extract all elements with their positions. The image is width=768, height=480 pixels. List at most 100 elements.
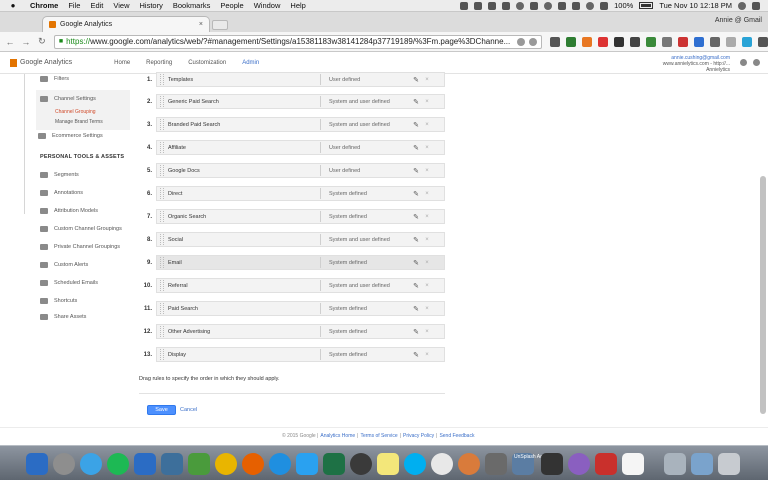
nav-reporting[interactable]: Reporting: [138, 52, 180, 74]
rule-row[interactable]: 6. Direct System defined ✎ ×: [140, 186, 450, 201]
rule-row[interactable]: 7. Organic Search System defined ✎ ×: [140, 209, 450, 224]
menu-people[interactable]: People: [220, 1, 243, 10]
notes-icon[interactable]: [622, 453, 644, 475]
rule-row[interactable]: 1. Templates User defined ✎ ×: [140, 72, 450, 87]
evernote-extension-icon[interactable]: [566, 36, 576, 47]
documents-folder-icon[interactable]: [664, 453, 686, 475]
cloud-extension-icon[interactable]: [742, 36, 752, 47]
tab-google-analytics[interactable]: Google Analytics ×: [42, 16, 210, 32]
messages-icon[interactable]: [80, 453, 102, 475]
rule-box[interactable]: Google Docs User defined ✎ ×: [156, 163, 445, 178]
rule-row[interactable]: 12. Other Advertising System defined ✎ ×: [140, 324, 450, 339]
rule-box[interactable]: Email System defined ✎ ×: [156, 255, 445, 270]
bluetooth-icon[interactable]: [572, 1, 581, 10]
moz-extension-icon[interactable]: [582, 36, 592, 47]
skype-icon[interactable]: [404, 453, 426, 475]
notification-icon[interactable]: [530, 1, 539, 10]
rule-box[interactable]: Referral System and user defined ✎ ×: [156, 278, 445, 293]
sidebar-item-custom-channel-groupings[interactable]: Custom Channel Groupings: [40, 226, 122, 232]
calculator-icon[interactable]: [541, 453, 563, 475]
rule-row[interactable]: 11. Paid Search System defined ✎ ×: [140, 301, 450, 316]
edit-pencil-icon[interactable]: ✎: [411, 190, 421, 198]
rule-box[interactable]: Other Advertising System defined ✎ ×: [156, 324, 445, 339]
apple-menu-icon[interactable]: ●: [8, 1, 18, 10]
delete-icon[interactable]: ×: [421, 145, 433, 151]
edit-pencil-icon[interactable]: ✎: [411, 305, 421, 313]
ext-light-icon[interactable]: [726, 36, 736, 47]
account-selector[interactable]: annie.cushing@gmail.com www.annielytics.…: [663, 55, 730, 73]
rule-row[interactable]: 2. Generic Paid Search System and user d…: [140, 94, 450, 109]
delete-icon[interactable]: ×: [421, 329, 433, 335]
sidebar-item-ecommerce-settings[interactable]: Ecommerce Settings: [38, 133, 103, 139]
camera-icon[interactable]: [488, 1, 497, 10]
rule-row[interactable]: 4. Affiliate User defined ✎ ×: [140, 140, 450, 155]
menu-window[interactable]: Window: [254, 1, 281, 10]
rule-row[interactable]: 3. Branded Paid Search System and user d…: [140, 117, 450, 132]
clock-icon[interactable]: [516, 1, 525, 10]
rule-row[interactable]: 5. Google Docs User defined ✎ ×: [140, 163, 450, 178]
safari-icon[interactable]: [269, 453, 291, 475]
more-icon[interactable]: [753, 59, 760, 66]
edit-pencil-icon[interactable]: ✎: [411, 259, 421, 267]
menu-clock[interactable]: Tue Nov 10 12:18 PM: [659, 1, 732, 10]
zoom-icon[interactable]: [517, 37, 525, 46]
chrome-menu-icon[interactable]: [758, 36, 768, 47]
verizon-icon[interactable]: [595, 453, 617, 475]
footer-privacy[interactable]: Privacy Policy: [403, 433, 434, 439]
delete-icon[interactable]: ×: [421, 77, 433, 83]
delete-icon[interactable]: ×: [421, 99, 433, 105]
rule-box[interactable]: Branded Paid Search System and user defi…: [156, 117, 445, 132]
rule-box[interactable]: Generic Paid Search System and user defi…: [156, 94, 445, 109]
trash-icon[interactable]: [718, 453, 740, 475]
nav-home[interactable]: Home: [106, 52, 138, 74]
puzzle-extension-icon[interactable]: [630, 36, 640, 47]
rule-box[interactable]: Affiliate User defined ✎ ×: [156, 140, 445, 155]
headphones-icon[interactable]: [568, 453, 590, 475]
sidebar-item-private-channel-groupings[interactable]: Private Channel Groupings: [40, 244, 120, 250]
edit-pencil-icon[interactable]: ✎: [411, 213, 421, 221]
buffer-extension-icon[interactable]: [550, 36, 560, 47]
ext-icon[interactable]: [662, 36, 672, 47]
excel-icon[interactable]: [323, 453, 345, 475]
bookmark-star-icon[interactable]: [529, 37, 537, 46]
sidebar-item-custom-alerts[interactable]: Custom Alerts: [40, 262, 88, 268]
nav-admin[interactable]: Admin: [234, 52, 267, 74]
sidebar-item-attribution-models[interactable]: Attribution Models: [40, 208, 98, 214]
finder-icon[interactable]: [26, 453, 48, 475]
delete-icon[interactable]: ×: [421, 306, 433, 312]
new-tab-button[interactable]: [212, 20, 228, 30]
edit-pencil-icon[interactable]: ✎: [411, 351, 421, 359]
photos-icon[interactable]: [458, 453, 480, 475]
airplay-icon[interactable]: [558, 1, 567, 10]
firefox-icon[interactable]: [242, 453, 264, 475]
system-preferences-icon[interactable]: [53, 453, 75, 475]
settings-gear-icon[interactable]: [740, 59, 747, 66]
edit-pencil-icon[interactable]: ✎: [411, 167, 421, 175]
edit-pencil-icon[interactable]: ✎: [411, 236, 421, 244]
tab-close-icon[interactable]: ×: [199, 21, 203, 28]
reload-icon[interactable]: ↻: [36, 36, 48, 47]
ext-blue-icon[interactable]: [694, 36, 704, 47]
downloads-folder-icon[interactable]: [691, 453, 713, 475]
edit-pencil-icon[interactable]: ✎: [411, 144, 421, 152]
rule-box[interactable]: Templates User defined ✎ ×: [156, 72, 445, 87]
twitter-icon[interactable]: [296, 453, 318, 475]
menu-help[interactable]: Help: [290, 1, 305, 10]
footer-analytics-home[interactable]: Analytics Home: [320, 433, 355, 439]
profile-name[interactable]: Annie @ Gmail: [715, 17, 762, 24]
app-icon[interactable]: [485, 453, 507, 475]
address-bar[interactable]: ■ https:// www.google.com/analytics/web/…: [53, 34, 542, 49]
evernote-icon[interactable]: [188, 453, 210, 475]
sidebar-item-shortcuts[interactable]: Shortcuts: [40, 298, 77, 304]
cancel-link[interactable]: Cancel: [180, 407, 197, 413]
edit-pencil-icon[interactable]: ✎: [411, 121, 421, 129]
edit-pencil-icon[interactable]: ✎: [411, 76, 421, 84]
rule-box[interactable]: Paid Search System defined ✎ ×: [156, 301, 445, 316]
edit-pencil-icon[interactable]: ✎: [411, 282, 421, 290]
delete-icon[interactable]: ×: [421, 352, 433, 358]
word-icon[interactable]: [134, 453, 156, 475]
sidebar-item-filters[interactable]: Filters: [40, 76, 69, 82]
rule-box[interactable]: Direct System defined ✎ ×: [156, 186, 445, 201]
menu-list-icon[interactable]: [752, 1, 760, 10]
footer-terms[interactable]: Terms of Service: [360, 433, 397, 439]
